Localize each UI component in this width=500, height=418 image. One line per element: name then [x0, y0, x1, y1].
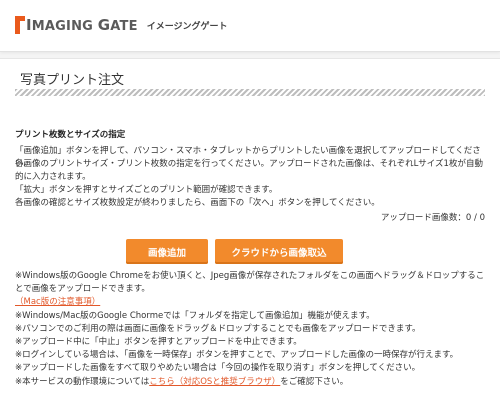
description-line-2: 各画像のプリントサイズ・プリント枚数の指定を行ってください。アップロードされた画…: [15, 159, 483, 182]
description-line-3: 「拡大」ボタンを押すとサイズごとのプリント範囲が確認できます。: [15, 185, 278, 195]
environment-link[interactable]: こちら（対応OSと推奨ブラウザ）: [149, 377, 280, 387]
note-chrome-drag-drop: ※Windows版のGoogle Chromeをお使い頂くと、Jpeg画像が保存…: [15, 271, 485, 295]
header-bar: IMAGING GATE イメージングゲート: [0, 0, 500, 52]
imaging-gate-logo[interactable]: IMAGING GATE イメージングゲート: [15, 14, 228, 36]
note-cancel-upload: ※アップロード中に「中止」ボタンを押すとアップロードを中止できます。: [15, 337, 302, 348]
note-environment-suffix: をご確認下さい。: [280, 376, 349, 387]
order-panel: 写真プリント注文 プリント枚数とサイズの指定 「画像追加」ボタンを押して、パソコ…: [0, 58, 500, 418]
note-environment-text: ※本サービスの動作環境については: [15, 376, 150, 387]
add-image-button[interactable]: 画像追加: [126, 239, 208, 264]
note-temp-save: ※ログインしている場合は、「画像を一時保存」ボタンを押すことで、アップロードした…: [15, 350, 459, 361]
title-divider: [15, 89, 485, 96]
description-line-4: 各画像の確認とサイズ枚数設定が終わりましたら、画面下の「次へ」ボタンを押してくだ…: [15, 198, 380, 208]
note-pc-drag-drop: ※パソコンでのご利用の際は画面に画像をドラッグ＆ドロップすることでも画像をアップ…: [15, 323, 421, 334]
logo-mark-icon: [15, 16, 25, 34]
logo-subtitle: イメージングゲート: [146, 21, 228, 32]
note-environment: ※本サービスの動作環境についてはこちら（対応OSと推奨ブラウザ）をご確認下さい。: [15, 376, 487, 389]
logo-text: IMAGING GATE: [26, 16, 138, 34]
page-title: 写真プリント注文: [20, 73, 125, 88]
mac-notes-link[interactable]: （Mac版の注意事項）: [15, 297, 100, 307]
upload-count: アップロード画像数：0 / 0: [381, 211, 485, 223]
note-folder-add: ※Windows/Mac版のGoogle Chormeでは「フォルダを指定して画…: [15, 310, 375, 321]
upload-count-label: アップロード画像数：: [380, 213, 466, 223]
cloud-import-button[interactable]: クラウドから画像取込: [215, 239, 343, 264]
note-undo: ※アップロードした画像をすべて取りやめたい場合は「今回の操作を取り消す」ボタンを…: [15, 363, 421, 374]
section-title: プリント枚数とサイズの指定: [15, 130, 126, 140]
upload-count-value: 0 / 0: [465, 213, 485, 223]
notes-list: ※Windows版のGoogle Chromeをお使い頂くと、Jpeg画像が保存…: [15, 270, 487, 389]
